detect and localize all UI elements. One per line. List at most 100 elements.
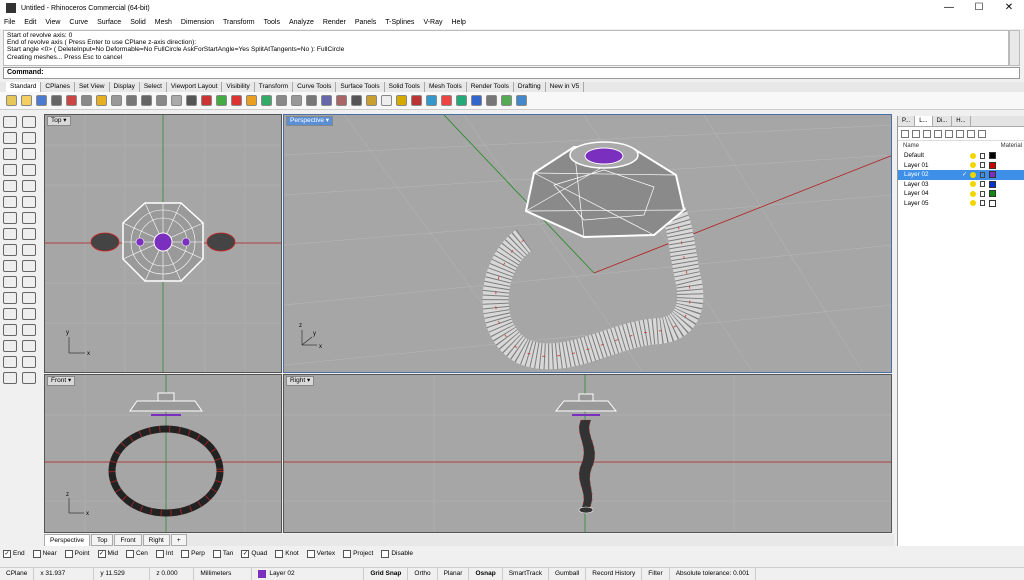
menu-view[interactable]: View (45, 19, 60, 26)
new-sublayer-icon[interactable] (912, 129, 920, 138)
new-layer-icon[interactable] (901, 129, 909, 138)
toolbar-tab-standard[interactable]: Standard (6, 82, 42, 92)
layer-row[interactable]: Layer 02 ✓ (898, 170, 1024, 180)
left-tool-icon[interactable] (3, 356, 17, 368)
menu-analyze[interactable]: Analyze (289, 19, 314, 26)
osnap-checkbox[interactable] (125, 549, 134, 558)
osnap-int[interactable]: Int (155, 549, 173, 558)
viewport-front-label[interactable]: Front ▾ (47, 376, 76, 386)
left-tool-icon[interactable] (22, 276, 36, 288)
toolbar-icon[interactable] (141, 95, 152, 106)
toolbar-tab-cplanes[interactable]: CPlanes (41, 82, 75, 92)
toolbar-tab-surface-tools[interactable]: Surface Tools (336, 82, 385, 92)
toolbar-icon[interactable] (411, 95, 422, 106)
close-button[interactable]: ✕ (994, 0, 1024, 16)
osnap-tan[interactable]: Tan (212, 549, 233, 558)
layer-color-swatch[interactable] (989, 152, 996, 160)
menu-transform[interactable]: Transform (223, 19, 255, 26)
osnap-checkbox[interactable] (64, 549, 73, 558)
left-tool-icon[interactable] (22, 228, 36, 240)
osnap-checkbox[interactable] (275, 549, 284, 558)
menu-solid[interactable]: Solid (130, 19, 146, 26)
toolbar-tab-visibility[interactable]: Visibility (222, 82, 255, 92)
add-viewport-tab[interactable]: + (170, 534, 187, 546)
toolbar-tab-display[interactable]: Display (110, 82, 140, 92)
left-tool-icon[interactable] (3, 164, 17, 176)
toolbar-icon[interactable] (246, 95, 257, 106)
layer-color-swatch[interactable] (989, 180, 996, 188)
viewport-perspective-label[interactable]: Perspective ▾ (286, 116, 334, 126)
left-tool-icon[interactable] (3, 116, 17, 128)
left-tool-icon[interactable] (3, 340, 17, 352)
toolbar-tab-select[interactable]: Select (140, 82, 167, 92)
toolbar-icon[interactable] (426, 95, 437, 106)
osnap-cen[interactable]: Cen (125, 549, 148, 558)
toolbar-tab-mesh-tools[interactable]: Mesh Tools (425, 82, 467, 92)
left-tool-icon[interactable] (22, 116, 36, 128)
left-tool-icon[interactable] (3, 244, 17, 256)
current-layer-check[interactable]: ✓ (962, 171, 970, 178)
toolbar-icon[interactable] (306, 95, 317, 106)
osnap-checkbox[interactable]: ✓ (241, 549, 250, 558)
toolbar-icon[interactable] (471, 95, 482, 106)
visibility-bulb-icon[interactable] (970, 171, 976, 178)
command-input[interactable]: Command: (3, 67, 1020, 79)
status-toggle-planar[interactable]: Planar (438, 568, 470, 580)
layer-row[interactable]: Layer 05 (898, 199, 1024, 209)
panel-tab[interactable]: H... (952, 116, 971, 126)
osnap-checkbox[interactable]: ✓ (3, 549, 11, 558)
left-tool-icon[interactable] (22, 148, 36, 160)
status-toggle-osnap[interactable]: Osnap (469, 568, 503, 580)
osnap-checkbox[interactable]: ✓ (97, 549, 106, 558)
osnap-point[interactable]: Point (64, 549, 90, 558)
toolbar-icon[interactable] (171, 95, 182, 106)
panel-tab[interactable]: Di... (933, 116, 953, 126)
panel-tab[interactable]: L... (915, 116, 933, 126)
toolbar-tab-render-tools[interactable]: Render Tools (467, 82, 514, 92)
viewport-tab-front[interactable]: Front (114, 534, 142, 546)
osnap-perp[interactable]: Perp (181, 549, 205, 558)
menu-tools[interactable]: Tools (264, 19, 280, 26)
left-tool-icon[interactable] (22, 132, 36, 144)
status-toggle-smarttrack[interactable]: SmartTrack (503, 568, 550, 580)
cplane-label[interactable]: CPlane (0, 568, 35, 580)
left-tool-icon[interactable] (22, 372, 36, 384)
osnap-vertex[interactable]: Vertex (306, 549, 335, 558)
toolbar-icon[interactable] (126, 95, 137, 106)
toolbar-tab-new-in-v5[interactable]: New in V5 (546, 82, 585, 92)
toolbar-tab-viewport-layout[interactable]: Viewport Layout (167, 82, 223, 92)
status-toggle-grid-snap[interactable]: Grid Snap (364, 568, 409, 580)
menu-file[interactable]: File (4, 19, 15, 26)
left-tool-icon[interactable] (3, 148, 17, 160)
left-tool-icon[interactable] (3, 132, 17, 144)
left-tool-icon[interactable] (22, 340, 36, 352)
toolbar-icon[interactable] (501, 95, 512, 106)
viewport-tab-right[interactable]: Right (142, 534, 170, 546)
viewport-perspective[interactable]: Perspective ▾ x y z (283, 114, 892, 373)
toolbar-icon[interactable] (261, 95, 272, 106)
help-icon[interactable] (978, 129, 986, 138)
left-tool-icon[interactable] (3, 324, 17, 336)
osnap-quad[interactable]: ✓ Quad (241, 549, 267, 558)
toolbar-icon[interactable] (276, 95, 287, 106)
visibility-bulb-icon[interactable] (970, 200, 976, 207)
lock-icon[interactable] (980, 190, 985, 197)
lock-icon[interactable] (980, 171, 985, 178)
toolbar-icon[interactable] (516, 95, 527, 106)
left-tool-icon[interactable] (22, 308, 36, 320)
status-toggle-record-history[interactable]: Record History (586, 568, 643, 580)
left-tool-icon[interactable] (22, 260, 36, 272)
menu-edit[interactable]: Edit (24, 19, 36, 26)
toolbar-icon[interactable] (66, 95, 77, 106)
maximize-button[interactable]: ☐ (964, 0, 994, 16)
move-up-icon[interactable] (934, 129, 942, 138)
toolbar-icon[interactable] (321, 95, 332, 106)
toolbar-icon[interactable] (96, 95, 107, 106)
toolbar-icon[interactable] (201, 95, 212, 106)
left-tool-icon[interactable] (22, 244, 36, 256)
toolbar-icon[interactable] (111, 95, 122, 106)
menu-v-ray[interactable]: V-Ray (423, 19, 442, 26)
layer-material-header[interactable]: Material (1001, 141, 1022, 151)
left-tool-icon[interactable] (3, 372, 17, 384)
left-tool-icon[interactable] (3, 276, 17, 288)
